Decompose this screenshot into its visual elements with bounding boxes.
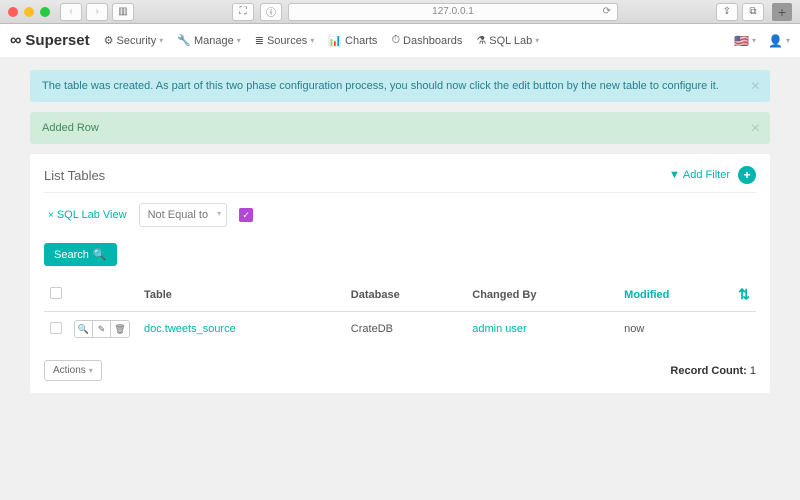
panel-title: List Tables (44, 168, 105, 183)
language-menu[interactable]: 🇺🇸 ▾ (734, 34, 756, 48)
col-actions (68, 278, 138, 312)
url-bar[interactable]: 127.0.0.1 ⟳ (288, 3, 618, 21)
new-tab-button[interactable]: + (772, 3, 792, 21)
sidebar-toggle-button[interactable]: ▥ (112, 3, 134, 21)
forward-button[interactable]: › (86, 3, 108, 21)
site-info-icon[interactable]: ⓘ (260, 3, 282, 21)
remove-filter-icon[interactable]: × (48, 210, 54, 221)
chevron-down-icon: ▾ (786, 36, 790, 45)
chart-icon: 📊 (328, 34, 342, 47)
magnify-icon[interactable]: 🔍 (75, 321, 93, 337)
col-table[interactable]: Table (138, 278, 345, 312)
chevron-down-icon: ▾ (752, 36, 756, 45)
search-label: Search (54, 249, 89, 261)
search-button[interactable]: Search 🔍 (44, 243, 117, 266)
row-toolbar: 🔍 ✎ 🗑 (74, 320, 130, 338)
col-modified[interactable]: Modified (618, 278, 732, 312)
tabs-icon[interactable]: ⧉ (742, 3, 764, 21)
nav-charts[interactable]: 📊 Charts (328, 34, 377, 47)
nav-sources[interactable]: ≣ Sources ▾ (255, 34, 315, 47)
chevron-down-icon: ▾ (237, 36, 241, 45)
fullscreen-icon[interactable]: ⛶ (232, 3, 254, 21)
flag-icon: 🇺🇸 (734, 34, 749, 48)
alert-success-text: Added Row (42, 122, 99, 134)
filter-field-label: SQL Lab View (57, 209, 127, 221)
flask-icon: ⚗ (476, 34, 486, 47)
filter-row: × SQL Lab View Not Equal to ✓ (44, 192, 756, 243)
nav-label: SQL Lab (489, 35, 532, 47)
infinity-icon: ∞ (10, 32, 21, 50)
nav-label: Manage (194, 35, 234, 47)
search-icon: 🔍 (93, 248, 107, 261)
nav-sqllab[interactable]: ⚗ SQL Lab ▾ (476, 34, 539, 47)
row-checkbox[interactable] (50, 322, 62, 334)
record-count-value: 1 (750, 365, 756, 377)
table-row: 🔍 ✎ 🗑 doc.tweets_source CrateDB admin us… (44, 312, 756, 347)
refresh-icon[interactable]: ⟳ (603, 6, 611, 17)
alert-info: The table was created. As part of this t… (30, 70, 770, 102)
stack-icon: ≣ (255, 34, 264, 47)
list-panel: List Tables ▼ Add Filter + × SQL Lab Vie… (30, 154, 770, 393)
col-changedby[interactable]: Changed By (466, 278, 618, 312)
nav-label: Charts (345, 35, 377, 47)
maximize-window-icon[interactable] (40, 7, 50, 17)
data-table: Table Database Changed By Modified ⇅ 🔍 ✎… (44, 278, 756, 346)
actions-dropdown[interactable]: Actions ▾ (44, 360, 102, 381)
filter-chip[interactable]: × SQL Lab View (48, 209, 127, 221)
filter-icon: ▼ (669, 169, 680, 181)
close-icon[interactable]: × (751, 120, 760, 138)
cell-changedby[interactable]: admin user (472, 323, 526, 335)
panel-footer: Actions ▾ Record Count: 1 (44, 360, 756, 381)
security-icon: ⚙ (104, 34, 114, 47)
record-count-label: Record Count: (670, 365, 746, 377)
sort-toggle-icon[interactable]: ⇅ (738, 286, 750, 302)
filter-operator-select[interactable]: Not Equal to (139, 203, 228, 227)
nav-label: Sources (267, 35, 307, 47)
filter-operator-label: Not Equal to (148, 209, 209, 221)
nav-dashboards[interactable]: ⏱ Dashboards (391, 34, 462, 47)
brand-label: Superset (25, 32, 89, 49)
nav-manage[interactable]: 🔧 Manage ▾ (177, 34, 240, 47)
nav-label: Security (116, 35, 156, 47)
close-icon[interactable]: × (751, 78, 760, 96)
share-icon[interactable]: ⇪ (716, 3, 738, 21)
delete-icon[interactable]: 🗑 (111, 321, 129, 337)
record-count: Record Count: 1 (670, 365, 756, 377)
cell-modified: now (624, 323, 644, 335)
filter-value-checkbox[interactable]: ✓ (239, 208, 253, 222)
nav-security[interactable]: ⚙ Security ▾ (104, 34, 164, 47)
nav-label: Dashboards (403, 35, 462, 47)
dashboard-icon: ⏱ (391, 34, 400, 47)
browser-chrome: ‹ › ▥ ⛶ ⓘ 127.0.0.1 ⟳ ⇪ ⧉ + (0, 0, 800, 24)
alert-success: Added Row × (30, 112, 770, 144)
url-text: 127.0.0.1 (432, 6, 474, 17)
alert-info-text: The table was created. As part of this t… (42, 80, 719, 92)
close-window-icon[interactable] (8, 7, 18, 17)
col-database[interactable]: Database (345, 278, 466, 312)
chevron-down-icon: ▾ (310, 36, 314, 45)
user-menu[interactable]: 👤 ▾ (768, 34, 790, 48)
window-controls (8, 7, 50, 17)
add-button[interactable]: + (738, 166, 756, 184)
edit-icon[interactable]: ✎ (93, 321, 111, 337)
add-filter-button[interactable]: ▼ Add Filter (669, 169, 730, 181)
minimize-window-icon[interactable] (24, 7, 34, 17)
add-filter-label: Add Filter (683, 169, 730, 181)
cell-database: CrateDB (351, 323, 393, 335)
wrench-icon: 🔧 (177, 34, 191, 47)
actions-label: Actions (53, 365, 86, 376)
brand-logo[interactable]: ∞ Superset (10, 32, 90, 50)
chevron-down-icon: ▾ (159, 36, 163, 45)
page-content: The table was created. As part of this t… (0, 58, 800, 405)
back-button[interactable]: ‹ (60, 3, 82, 21)
cell-table[interactable]: doc.tweets_source (144, 323, 236, 335)
user-icon: 👤 (768, 34, 783, 48)
chevron-down-icon: ▾ (89, 366, 93, 375)
app-navbar: ∞ Superset ⚙ Security ▾ 🔧 Manage ▾ ≣ Sou… (0, 24, 800, 58)
select-all-checkbox[interactable] (50, 287, 62, 299)
chevron-down-icon: ▾ (535, 36, 539, 45)
